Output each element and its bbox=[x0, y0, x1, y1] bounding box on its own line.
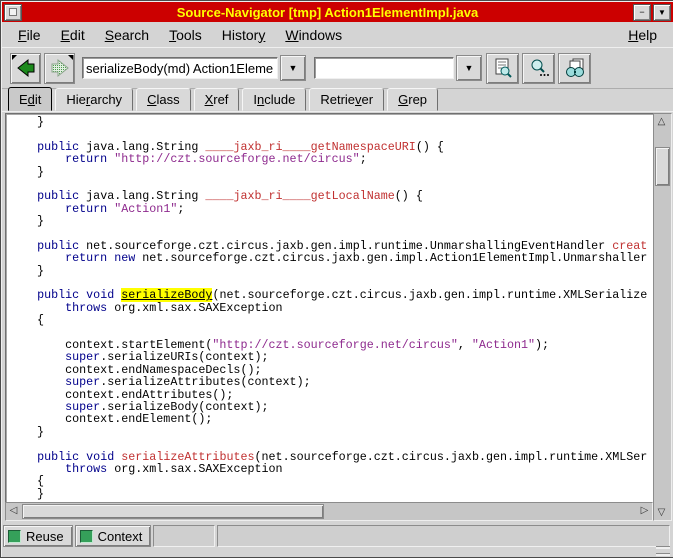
tab-xref[interactable]: Xref bbox=[194, 88, 240, 111]
context-checkbox-icon bbox=[80, 530, 93, 543]
reuse-checkbox-icon bbox=[8, 530, 21, 543]
maximize-button[interactable]: ▼ bbox=[653, 4, 671, 21]
scroll-left-button[interactable]: ◁ bbox=[6, 503, 21, 518]
code-editor[interactable]: } public java.lang.String ____jaxb_ri___… bbox=[5, 113, 656, 506]
titlebar[interactable]: Source-Navigator [tmp] Action1ElementImp… bbox=[2, 2, 673, 22]
menu-tools[interactable]: Tools bbox=[159, 24, 212, 46]
scroll-down-button[interactable]: ▽ bbox=[654, 505, 669, 520]
search-button[interactable] bbox=[522, 53, 555, 84]
vertical-scrollbar[interactable]: △ ▽ bbox=[653, 113, 672, 521]
menu-help[interactable]: Help bbox=[618, 24, 667, 46]
forward-button[interactable] bbox=[44, 53, 75, 84]
scroll-up-button[interactable]: △ bbox=[654, 114, 669, 129]
menu-search[interactable]: Search bbox=[95, 24, 159, 46]
resize-grip[interactable] bbox=[656, 546, 670, 554]
back-button[interactable] bbox=[10, 53, 41, 84]
tab-grep[interactable]: Grep bbox=[387, 88, 438, 111]
forward-arrow-icon bbox=[49, 57, 71, 79]
file-view-icon bbox=[492, 57, 514, 79]
tab-include[interactable]: Include bbox=[242, 88, 306, 111]
window-menu-icon bbox=[9, 8, 17, 16]
back-history-dropdown-icon bbox=[12, 55, 17, 60]
source-navigator-window: Source-Navigator [tmp] Action1ElementImp… bbox=[0, 0, 673, 558]
retriever-icon bbox=[564, 57, 586, 79]
chevron-down-icon: ▼ bbox=[465, 63, 474, 73]
forward-history-dropdown-icon bbox=[68, 55, 73, 60]
toolbar: ▼ ▼ bbox=[2, 47, 673, 89]
status-panel-left bbox=[153, 525, 215, 547]
view-tabbar: Edit Hierarchy Class Xref Include Retrie… bbox=[2, 87, 673, 112]
search-icon bbox=[528, 57, 550, 79]
minimize-button[interactable]: − bbox=[633, 4, 651, 21]
search-combobox: ▼ bbox=[314, 55, 482, 81]
context-label: Context bbox=[98, 529, 143, 544]
menubar: File Edit Search Tools History Windows H… bbox=[2, 22, 673, 48]
editor-pane: } public java.lang.String ____jaxb_ri___… bbox=[5, 113, 670, 519]
reuse-label: Reuse bbox=[26, 529, 64, 544]
search-combobox-dropdown-button[interactable]: ▼ bbox=[456, 55, 482, 81]
symbol-combobox: ▼ bbox=[82, 55, 306, 81]
window-menu-button[interactable] bbox=[4, 4, 22, 21]
minimize-icon: − bbox=[639, 8, 644, 17]
maximize-icon: ▼ bbox=[658, 8, 666, 17]
scroll-right-icon: ▷ bbox=[641, 506, 649, 516]
tab-hierarchy[interactable]: Hierarchy bbox=[55, 88, 133, 111]
tab-edit[interactable]: Edit bbox=[8, 87, 52, 111]
search-combobox-input[interactable] bbox=[314, 57, 454, 79]
chevron-down-icon: ▼ bbox=[289, 63, 298, 73]
window-title: Source-Navigator [tmp] Action1ElementImp… bbox=[23, 5, 632, 20]
menu-windows[interactable]: Windows bbox=[275, 24, 352, 46]
horizontal-scrollbar[interactable]: ◁ ▷ bbox=[5, 502, 653, 521]
scroll-right-button[interactable]: ▷ bbox=[637, 503, 652, 518]
context-toggle[interactable]: Context bbox=[75, 525, 152, 547]
back-arrow-icon bbox=[15, 57, 37, 79]
horizontal-scrollbar-thumb[interactable] bbox=[22, 504, 324, 519]
scroll-down-icon: ▽ bbox=[658, 508, 666, 518]
menu-edit[interactable]: Edit bbox=[51, 24, 95, 46]
symbol-combobox-input[interactable] bbox=[82, 57, 278, 79]
vertical-scrollbar-thumb[interactable] bbox=[655, 147, 670, 186]
file-view-button[interactable] bbox=[486, 53, 519, 84]
reuse-toggle[interactable]: Reuse bbox=[3, 525, 73, 547]
retriever-button[interactable] bbox=[558, 53, 591, 84]
scroll-up-icon: △ bbox=[658, 117, 666, 127]
menu-history[interactable]: History bbox=[212, 24, 276, 46]
tab-retriever[interactable]: Retriever bbox=[309, 88, 384, 111]
tab-class[interactable]: Class bbox=[136, 88, 191, 111]
symbol-combobox-dropdown-button[interactable]: ▼ bbox=[280, 55, 306, 81]
status-panel-message bbox=[217, 525, 670, 547]
scroll-left-icon: ◁ bbox=[10, 506, 18, 516]
menu-file[interactable]: File bbox=[8, 24, 51, 46]
statusbar: Reuse Context bbox=[3, 525, 670, 547]
